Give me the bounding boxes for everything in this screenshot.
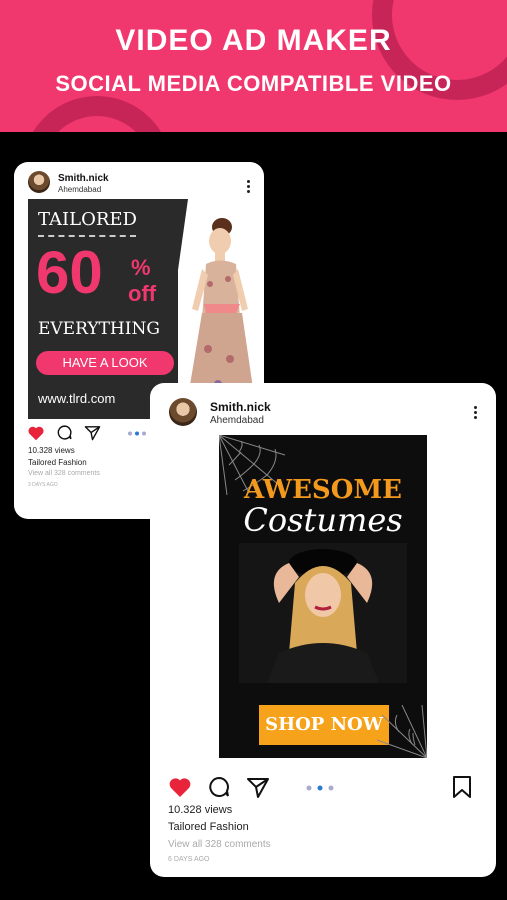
ad-everything: EVERYTHING: [38, 319, 160, 339]
heart-icon[interactable]: [27, 425, 45, 441]
post-age: 6 DAYS AGO: [168, 856, 210, 863]
banner-subtitle: SOCIAL MEDIA COMPATIBLE VIDEO: [55, 71, 452, 96]
ad-cta-button[interactable]: HAVE A LOOK: [36, 351, 174, 375]
ad-creative[interactable]: AWESOME Costumes SHOP NOW: [219, 435, 427, 758]
ad-discount: 60: [36, 239, 103, 306]
post-username[interactable]: Smith.nick: [210, 400, 271, 414]
post-card-2: Smith.nick Ahemdabad AWESOME Costumes SH…: [150, 383, 496, 877]
post-views: 10.328 views: [168, 804, 233, 816]
decor-ring: [22, 96, 172, 132]
banner-title: VIDEO AD MAKER: [115, 24, 392, 57]
ad-off-label: off: [128, 281, 157, 306]
post-username[interactable]: Smith.nick: [58, 173, 109, 184]
carousel-indicator: [128, 431, 146, 436]
ad-url: www.tlrd.com: [38, 391, 116, 406]
ad-percent-sign: %: [131, 255, 151, 280]
post-views: 10.328 views: [28, 446, 75, 455]
header-banner: VIDEO AD MAKER SOCIAL MEDIA COMPATIBLE V…: [0, 0, 507, 132]
ad-subheadline: Costumes: [243, 501, 403, 539]
ad-divider: [38, 235, 136, 237]
post-location: Ahemdabad: [58, 185, 102, 194]
comment-icon[interactable]: [56, 424, 73, 441]
avatar[interactable]: [28, 171, 50, 193]
share-icon[interactable]: [84, 424, 101, 441]
shop-now-button[interactable]: SHOP NOW: [259, 705, 389, 745]
comment-icon[interactable]: [207, 775, 231, 799]
avatar[interactable]: [169, 398, 197, 426]
post-caption: Tailored Fashion: [28, 458, 87, 467]
more-icon[interactable]: [247, 178, 251, 195]
spiderweb-decor: [377, 705, 427, 758]
carousel-indicator: [306, 785, 334, 791]
more-icon[interactable]: [474, 404, 478, 421]
share-icon[interactable]: [246, 775, 270, 799]
post-age: 3 DAYS AGO: [28, 482, 58, 488]
bookmark-icon[interactable]: [452, 775, 472, 799]
model-photo: [239, 543, 407, 683]
post-location: Ahemdabad: [210, 415, 264, 426]
post-caption: Tailored Fashion: [168, 821, 249, 833]
view-comments-link[interactable]: View all 328 comments: [28, 470, 100, 477]
ad-headline: TAILORED: [38, 209, 137, 230]
view-comments-link[interactable]: View all 328 comments: [168, 839, 271, 850]
heart-icon[interactable]: [168, 776, 192, 798]
